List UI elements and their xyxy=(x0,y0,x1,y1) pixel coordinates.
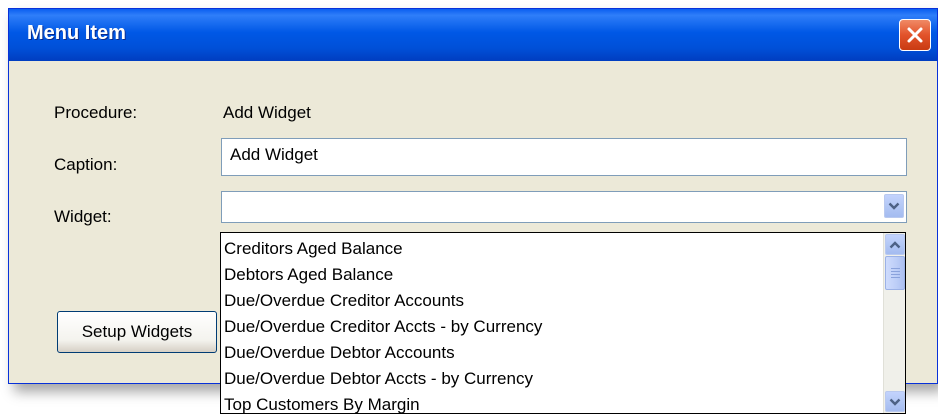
list-item[interactable]: Debtors Aged Balance xyxy=(224,262,393,288)
scroll-up-button[interactable] xyxy=(885,234,905,255)
close-button[interactable] xyxy=(899,19,931,51)
procedure-label: Procedure: xyxy=(54,103,138,122)
list-item[interactable]: Due/Overdue Creditor Accts - by Currency xyxy=(224,314,542,340)
widget-label: Widget: xyxy=(54,207,112,226)
caption-label: Caption: xyxy=(54,155,118,174)
thumb-grip xyxy=(890,268,900,269)
widget-dropdown-list: Creditors Aged Balance Debtors Aged Bala… xyxy=(220,232,906,414)
thumb-grip xyxy=(890,277,900,278)
close-icon xyxy=(906,26,924,44)
list-item[interactable]: Top Customers By Margin xyxy=(224,392,420,413)
scrollbar-thumb[interactable] xyxy=(885,256,905,290)
list-item[interactable]: Due/Overdue Debtor Accounts xyxy=(224,340,455,366)
thumb-grip xyxy=(890,271,900,272)
chevron-up-icon xyxy=(889,235,901,254)
thumb-grip xyxy=(890,274,900,275)
widget-dropdown-button[interactable] xyxy=(884,194,904,218)
title-bar[interactable]: Menu Item xyxy=(9,9,937,61)
caption-input[interactable]: Add Widget xyxy=(221,138,907,176)
chevron-down-icon xyxy=(888,196,900,216)
dropdown-scrollbar[interactable] xyxy=(883,233,905,413)
widget-combobox[interactable] xyxy=(221,191,907,223)
list-item[interactable]: Due/Overdue Debtor Accts - by Currency xyxy=(224,366,533,392)
setup-widgets-button[interactable]: Setup Widgets xyxy=(57,311,217,353)
chevron-down-icon xyxy=(889,392,901,411)
scroll-down-button[interactable] xyxy=(885,391,905,412)
list-item[interactable]: Creditors Aged Balance xyxy=(224,236,403,262)
window-title: Menu Item xyxy=(27,22,126,44)
procedure-value: Add Widget xyxy=(223,103,311,122)
list-item[interactable]: Due/Overdue Creditor Accounts xyxy=(224,288,464,314)
